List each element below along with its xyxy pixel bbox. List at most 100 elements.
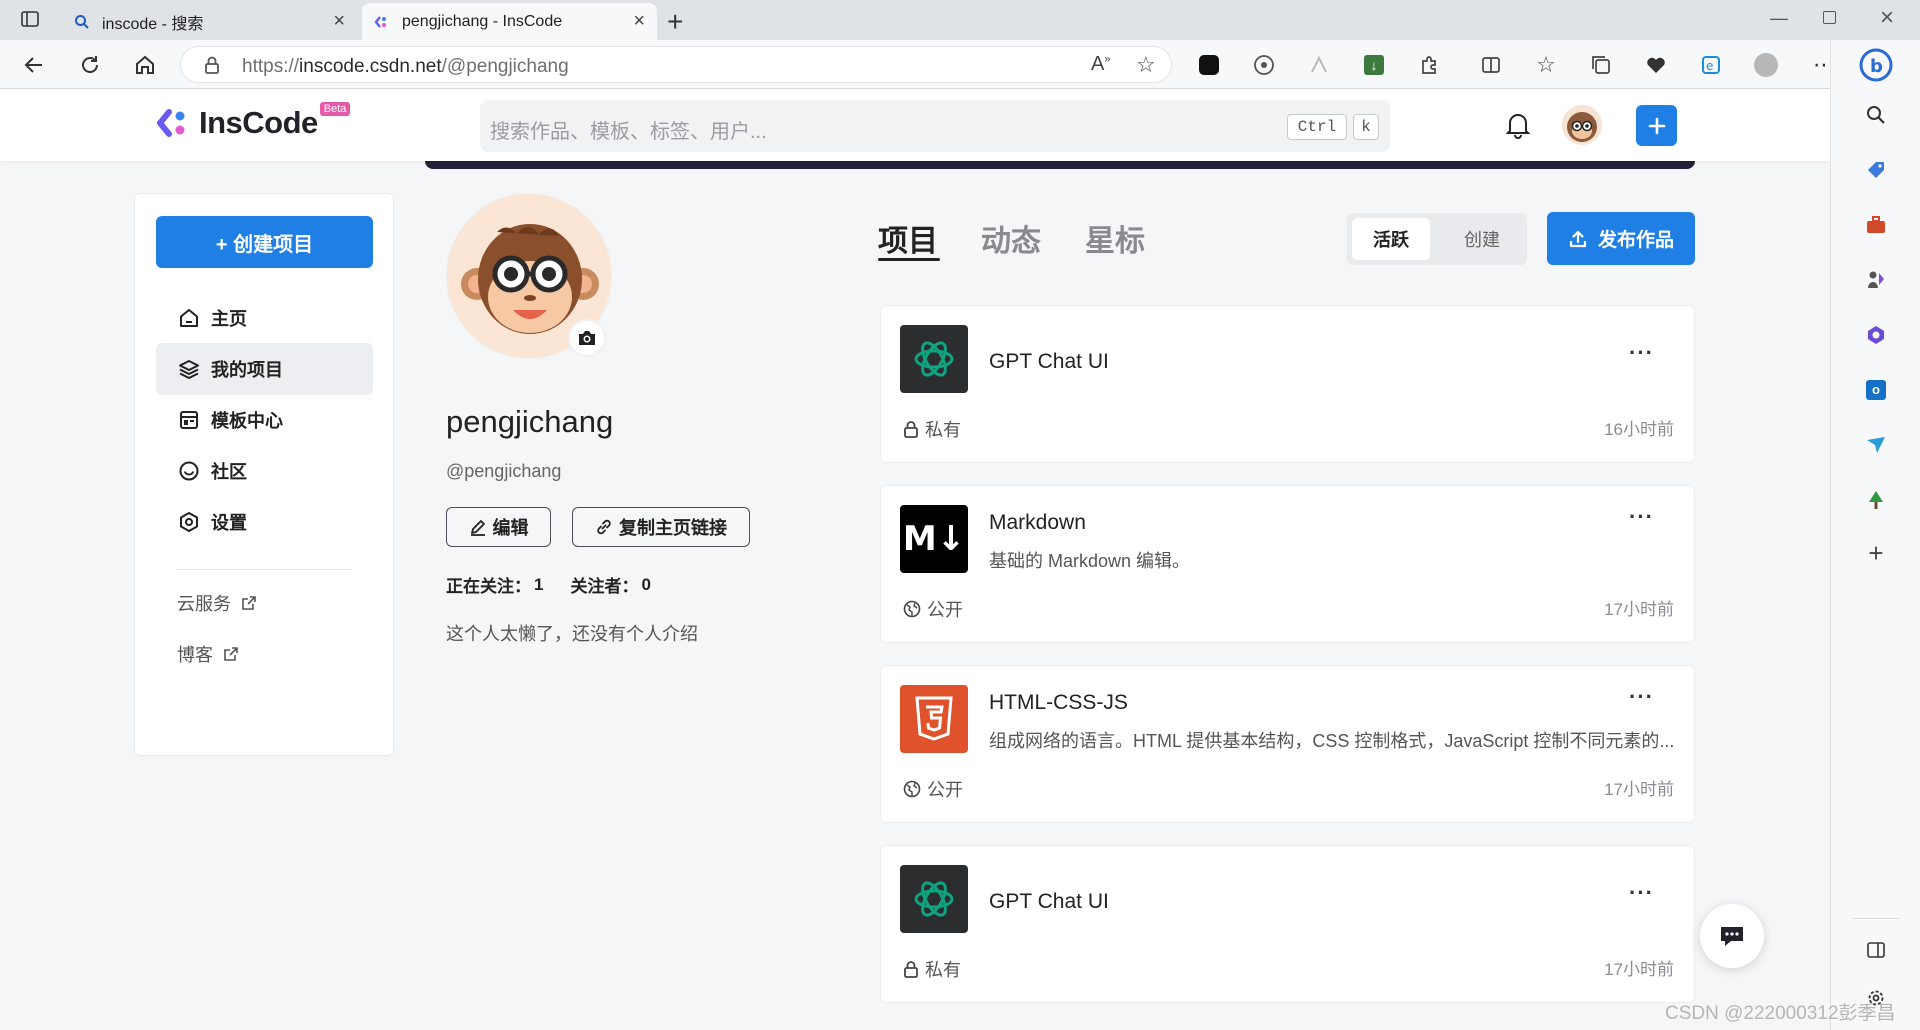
project-card[interactable]: GPT Chat UI ··· 私有 16小时前: [880, 305, 1695, 463]
upload-icon: [1569, 230, 1587, 247]
markdown-icon: M↓: [900, 505, 968, 573]
extension-download-icon[interactable]: ↓: [1361, 52, 1387, 78]
games-icon[interactable]: [1863, 267, 1889, 293]
project-card[interactable]: M↓ Markdown 基础的 Markdown 编辑。 ··· 公开 17小时…: [880, 485, 1695, 643]
logo-text: InsCode: [199, 105, 318, 140]
project-title[interactable]: GPT Chat UI: [989, 890, 1109, 914]
profile-bio: 这个人太懒了，还没有个人介绍: [446, 624, 698, 644]
project-title[interactable]: Markdown: [989, 511, 1086, 535]
refresh-icon[interactable]: [77, 52, 103, 78]
more-options-icon[interactable]: ···: [1629, 880, 1654, 906]
project-visibility: 私有: [903, 956, 961, 982]
m365-icon[interactable]: [1863, 322, 1889, 348]
add-favorite-icon[interactable]: ☆: [1136, 52, 1156, 78]
close-tab-icon[interactable]: ×: [333, 10, 345, 33]
edge-icon[interactable]: e: [1698, 52, 1724, 78]
html5-icon: [900, 685, 968, 753]
sidebar-item-templates[interactable]: 模板中心: [156, 394, 373, 446]
lock-icon[interactable]: [203, 55, 221, 75]
create-project-button[interactable]: + 创建项目: [156, 216, 373, 268]
inscode-logo[interactable]: InsCode Beta: [155, 102, 351, 141]
url-prefix: https://: [242, 56, 300, 77]
tab-search[interactable]: inscode - 搜索 ×: [62, 3, 357, 40]
project-card[interactable]: GPT Chat UI ··· 私有 17小时前: [880, 845, 1695, 1003]
url-path: /@pengjichang: [441, 56, 569, 77]
tab-projects[interactable]: 项目: [878, 216, 938, 260]
svg-text:e: e: [1706, 59, 1713, 73]
project-time: 17小时前: [1604, 600, 1674, 619]
user-avatar[interactable]: [1562, 105, 1602, 145]
search-icon[interactable]: [1863, 102, 1889, 128]
tab-starred[interactable]: 星标: [1085, 216, 1145, 260]
sidebar-item-home[interactable]: 主页: [156, 292, 373, 344]
read-aloud-icon[interactable]: A»: [1091, 53, 1110, 76]
url-text: https://inscode.csdn.net/@pengjichang: [242, 56, 569, 78]
globe-icon: [903, 600, 921, 618]
close-window-icon[interactable]: ×: [1880, 4, 1894, 32]
sort-active-button[interactable]: 活跃: [1352, 218, 1430, 260]
tools-briefcase-icon[interactable]: [1863, 212, 1889, 238]
favorites-icon[interactable]: ☆: [1533, 52, 1559, 78]
home-browser-icon[interactable]: [132, 52, 158, 78]
publish-button[interactable]: 发布作品: [1547, 212, 1695, 265]
sidebar-divider: [1853, 918, 1899, 919]
restore-icon[interactable]: [1823, 11, 1836, 24]
sidebar-item-community[interactable]: 社区: [156, 445, 373, 497]
tab-actions-icon[interactable]: [20, 9, 42, 31]
extension-1-icon[interactable]: [1196, 52, 1222, 78]
lock-icon: [904, 961, 918, 978]
feedback-chat-button[interactable]: [1700, 904, 1764, 968]
extension-3-icon[interactable]: [1306, 52, 1332, 78]
copy-profile-link-button[interactable]: 复制主页链接: [572, 507, 750, 547]
following-count[interactable]: 1: [534, 575, 543, 595]
tab-inscode[interactable]: pengjichang - InsCode ×: [362, 3, 657, 40]
edit-profile-button[interactable]: 编辑: [446, 507, 551, 547]
more-options-icon[interactable]: ···: [1629, 684, 1654, 710]
openai-icon: [900, 325, 968, 393]
back-icon[interactable]: [21, 52, 47, 78]
inscode-logo-icon: [157, 109, 185, 137]
performance-icon[interactable]: [1643, 52, 1669, 78]
project-title[interactable]: HTML-CSS-JS: [989, 691, 1128, 715]
sidebar-item-label: 设置: [211, 513, 247, 533]
project-card[interactable]: HTML-CSS-JS 组成网络的语言。HTML 提供基本结构，CSS 控制格式…: [880, 665, 1695, 823]
followers-label: 关注者：: [570, 577, 639, 596]
new-tab-icon[interactable]: +: [667, 6, 683, 38]
sidebar-link-cloud[interactable]: 云服务: [177, 590, 257, 616]
collections-icon[interactable]: [1588, 52, 1614, 78]
project-visibility: 公开: [903, 776, 963, 802]
notification-bell-icon[interactable]: [1505, 111, 1531, 139]
link-icon: [597, 519, 611, 535]
split-screen-icon[interactable]: [1478, 52, 1504, 78]
outlook-icon[interactable]: o: [1863, 377, 1889, 403]
close-tab-icon[interactable]: ×: [633, 10, 645, 33]
add-sidebar-app-icon[interactable]: +: [1863, 538, 1889, 568]
extension-2-icon[interactable]: [1251, 52, 1277, 78]
sort-created-button[interactable]: 创建: [1447, 218, 1517, 260]
followers-count[interactable]: 0: [641, 575, 650, 595]
search-input[interactable]: 搜索作品、模板、标签、用户... Ctrl k: [480, 100, 1390, 152]
hide-sidebar-icon[interactable]: [1863, 937, 1889, 963]
edge-sidebar: b o +: [1830, 40, 1920, 1030]
change-avatar-button[interactable]: [568, 319, 606, 357]
sidebar-item-my-projects[interactable]: 我的项目: [156, 343, 373, 395]
project-visibility: 私有: [903, 416, 961, 442]
project-title[interactable]: GPT Chat UI: [989, 350, 1109, 374]
minimize-icon[interactable]: —: [1770, 8, 1788, 29]
project-time: 17小时前: [1604, 960, 1674, 979]
more-options-icon[interactable]: ···: [1629, 340, 1654, 366]
svg-text:b: b: [1870, 56, 1883, 77]
edit-button-label: 编辑: [492, 518, 529, 538]
sidebar-item-settings[interactable]: 设置: [156, 496, 373, 548]
extensions-puzzle-icon[interactable]: [1416, 52, 1442, 78]
add-button[interactable]: [1636, 105, 1677, 146]
send-icon[interactable]: [1863, 432, 1889, 458]
shopping-tag-icon[interactable]: [1863, 157, 1889, 183]
tree-icon[interactable]: [1863, 487, 1889, 513]
address-bar[interactable]: https://inscode.csdn.net/@pengjichang A»…: [180, 46, 1172, 83]
bing-copilot-icon[interactable]: b: [1859, 48, 1893, 82]
tab-activity[interactable]: 动态: [981, 216, 1041, 260]
more-options-icon[interactable]: ···: [1629, 504, 1654, 530]
sidebar-link-blog[interactable]: 博客: [177, 641, 239, 667]
profile-avatar-icon[interactable]: [1753, 52, 1779, 78]
